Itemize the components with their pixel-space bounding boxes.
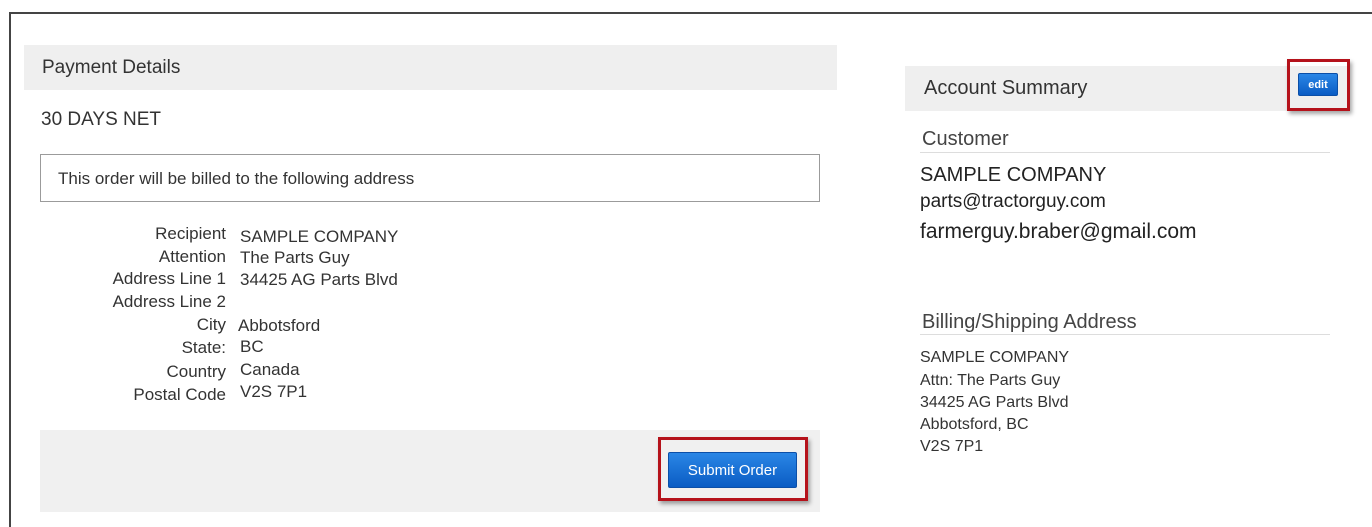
address-label: Postal Code [133,385,226,404]
billing-divider [920,334,1330,335]
address-row-attention: Attention [6,247,226,269]
address-label: State: [181,338,226,357]
submit-order-button[interactable]: Submit Order [668,452,797,488]
payment-details-title: Payment Details [42,57,181,78]
customer-name: SAMPLE COMPANY [920,164,1107,186]
address-row-line1: Address Line 1 [6,269,226,291]
address-label: Address Line 1 [112,269,226,288]
payment-terms: 30 DAYS NET [41,109,162,130]
customer-email-secondary: farmerguy.braber@gmail.com [920,220,1197,243]
billing-notice-text: This order will be billed to the followi… [58,169,415,188]
billing-line: Attn: The Parts Guy [920,372,1061,389]
billing-line: 34425 AG Parts Blvd [920,394,1069,411]
account-summary-title: Account Summary [924,77,1088,99]
payment-details-header: Payment Details [24,45,837,90]
address-value: V2S 7P1 [240,382,308,401]
billing-section-title: Billing/Shipping Address [922,311,1137,333]
edit-account-button[interactable]: edit [1298,73,1338,96]
address-row-state: State: [6,338,226,360]
billing-notice-box: This order will be billed to the followi… [40,154,820,202]
address-value: The Parts Guy [240,248,350,267]
billing-line: SAMPLE COMPANY [920,349,1070,366]
customer-divider [920,152,1330,153]
address-value: BC [240,337,264,356]
account-summary-header: Account Summary [905,66,1350,111]
address-label: Attention [158,247,226,266]
address-row-city: City [6,315,226,337]
address-value: 34425 AG Parts Blvd [240,270,398,289]
customer-section-title: Customer [922,128,1009,150]
billing-line: Abbotsford, BC [920,416,1029,433]
address-value: Abbotsford [238,316,321,335]
address-label: City [196,315,226,334]
address-row-line2: Address Line 2 [6,292,226,314]
address-label: Country [166,362,226,381]
address-row-recipient: Recipient [6,224,226,246]
customer-email: parts@tractorguy.com [920,191,1106,212]
address-value: Canada [240,360,300,379]
address-row-postal: Postal Code [6,385,226,407]
address-label: Recipient [155,224,226,243]
address-row-country: Country [6,362,226,384]
address-value: SAMPLE COMPANY [240,227,399,246]
address-label: Address Line 2 [112,292,226,311]
billing-line: V2S 7P1 [920,438,984,455]
